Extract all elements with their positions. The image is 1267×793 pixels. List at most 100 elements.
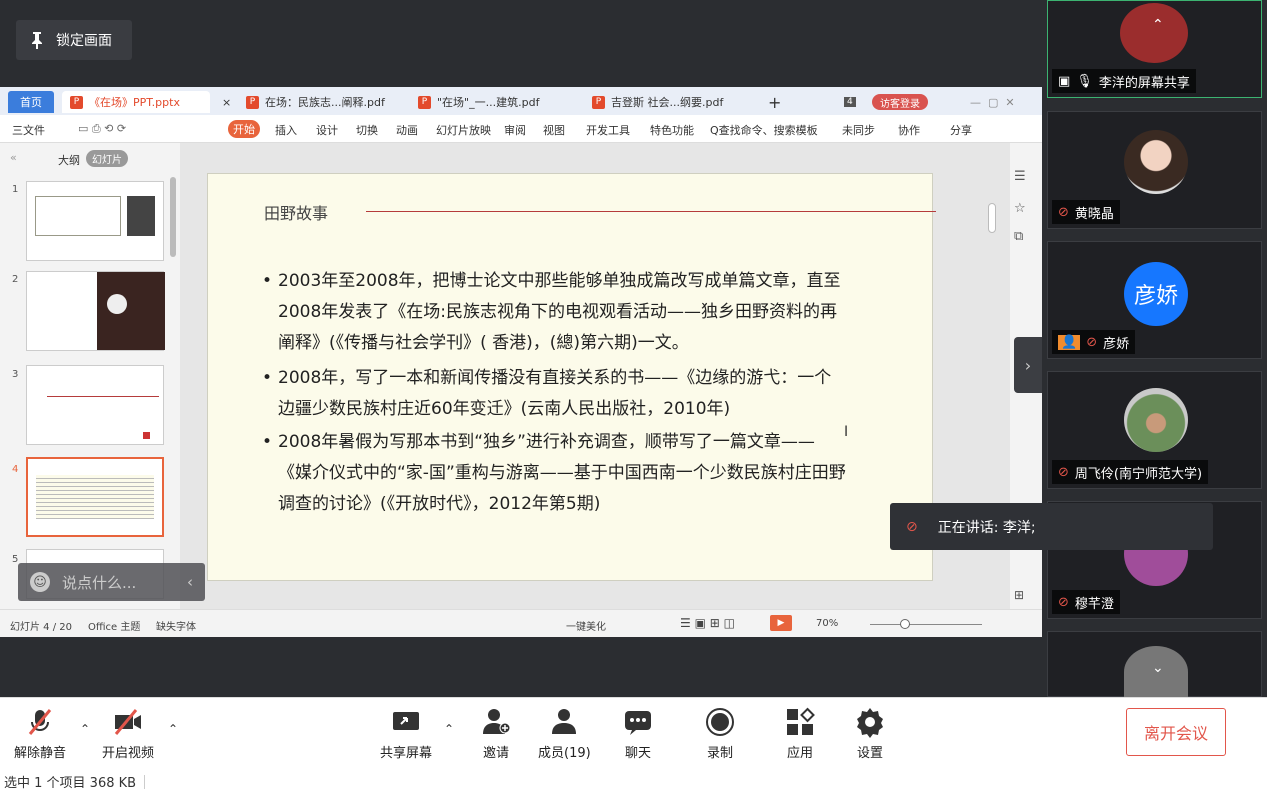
- copy-icon[interactable]: ⧉: [1014, 229, 1023, 244]
- avatar: 彦娇: [1124, 262, 1188, 326]
- menu-features[interactable]: 特色功能: [650, 122, 694, 138]
- thumb-number: 5: [12, 554, 19, 565]
- thumbnail-scrollbar[interactable]: [170, 177, 176, 257]
- wps-status-bar: 幻灯片 4 / 20 Office 主题 缺失字体 一键美化 ☰ ▣ ⊞ ◫ ▶…: [0, 609, 1042, 637]
- explorer-status-bar: 选中 1 个项目 368 KB: [0, 770, 1267, 793]
- title-divider: [366, 211, 936, 212]
- mic-icon: 🎙: [1076, 73, 1093, 89]
- thumb-1-content: [35, 196, 121, 236]
- mic-muted-icon: ⊘: [1058, 464, 1069, 480]
- play-icon[interactable]: ▶: [770, 615, 792, 631]
- quick-toolbar[interactable]: ▭ ⎙ ⟲ ⟳: [78, 122, 126, 136]
- mic-muted-icon: [28, 709, 52, 735]
- zoom-level[interactable]: 70%: [816, 618, 838, 629]
- chat-button[interactable]: 聊天: [622, 706, 654, 761]
- shared-screen-stage: 锁定画面 首页 P 《在场》PPT.pptx × P 在场：民族志...阐释.p…: [0, 0, 1042, 697]
- share-doc-button[interactable]: 分享: [950, 122, 972, 138]
- menu-slideshow[interactable]: 幻灯片放映: [436, 122, 491, 138]
- start-video-button[interactable]: 开启视频: [102, 706, 154, 761]
- ppt-file-icon: P: [70, 95, 83, 109]
- menu-transition[interactable]: 切换: [356, 122, 378, 138]
- slide-scrollbar[interactable]: [988, 203, 996, 233]
- theme-name[interactable]: Office 主题: [88, 618, 140, 633]
- leave-meeting-button[interactable]: 离开会议: [1126, 708, 1226, 756]
- menu-animation[interactable]: 动画: [396, 122, 418, 138]
- screen-share-icon: [393, 712, 419, 730]
- view-mode-icons[interactable]: ☰ ▣ ⊞ ◫: [680, 616, 735, 630]
- menu-file[interactable]: 三文件: [12, 122, 45, 138]
- chevron-left-icon[interactable]: ‹: [187, 573, 193, 591]
- tab-slides[interactable]: 幻灯片: [86, 150, 128, 167]
- menu-devtools[interactable]: 开发工具: [586, 122, 630, 138]
- menu-design[interactable]: 设计: [316, 122, 338, 138]
- share-name-label: ▣ 🎙 李洋的屏幕共享: [1052, 69, 1196, 93]
- members-button[interactable]: 成员(19): [538, 706, 591, 761]
- slide-thumb-2[interactable]: [26, 271, 165, 351]
- video-tile[interactable]: ⌄: [1047, 631, 1262, 698]
- emoji-icon[interactable]: ☺: [30, 572, 50, 592]
- current-slide[interactable]: 田野故事 2003年至2008年，把博士论文中那些能够单独成篇改写成单篇文章，直…: [207, 173, 936, 581]
- menu-review[interactable]: 审阅: [504, 122, 526, 138]
- sync-status[interactable]: 未同步: [842, 122, 875, 138]
- participant-label: 👤 ⊘ 彦娇: [1052, 330, 1136, 354]
- grid-view-icon[interactable]: ⊞: [1014, 588, 1024, 602]
- status-divider: [144, 774, 146, 789]
- tab-pdf-2[interactable]: P "在场"_一...建筑.pdf: [410, 91, 547, 113]
- star-icon[interactable]: ☆: [1014, 201, 1026, 216]
- unmute-button[interactable]: 解除静音: [14, 706, 66, 761]
- slide-thumb-1[interactable]: [26, 181, 164, 261]
- new-tab-button[interactable]: +: [760, 91, 789, 113]
- menu-insert[interactable]: 插入: [275, 122, 297, 138]
- speaking-indicator: ⊘ 正在讲话: 李洋;: [890, 503, 1213, 550]
- video-tile[interactable]: 彦娇 👤 ⊘ 彦娇: [1047, 241, 1262, 359]
- invite-button[interactable]: 邀请: [480, 706, 512, 761]
- tab-pdf-3[interactable]: P 吉登斯 社会...纲要.pdf: [584, 91, 731, 113]
- chevron-up-icon[interactable]: ⌃: [1152, 17, 1164, 33]
- tab-pdf-1[interactable]: P 在场：民族志...阐释.pdf: [238, 91, 393, 113]
- share-tile[interactable]: ⌃ ▣ 🎙 李洋的屏幕共享: [1047, 0, 1262, 98]
- chat-input-bar[interactable]: ☺ 说点什么... ‹: [18, 563, 205, 601]
- thumb-2-cup: [107, 294, 127, 314]
- unmute-label: 解除静音: [14, 746, 67, 761]
- text-cursor-icon: I: [844, 424, 849, 440]
- chevron-up-icon[interactable]: ⌃: [80, 722, 90, 736]
- tab-outline[interactable]: 大纲: [58, 152, 80, 168]
- zoom-slider-handle[interactable]: [900, 619, 910, 629]
- record-button[interactable]: 录制: [704, 706, 736, 761]
- slide-thumbnail-panel: « 大纲 幻灯片 1 2 3 4 5: [0, 143, 180, 609]
- menu-view[interactable]: 视图: [543, 122, 565, 138]
- collapse-icon[interactable]: «: [10, 151, 17, 164]
- search-commands[interactable]: Q查找命令、搜索模板: [710, 122, 818, 138]
- chevron-down-icon[interactable]: ⌄: [1152, 660, 1164, 676]
- visitor-login-button[interactable]: 访客登录: [872, 94, 928, 110]
- sidebar-toggle-button[interactable]: ›: [1014, 337, 1042, 393]
- tab-ppt[interactable]: P 《在场》PPT.pptx: [62, 91, 210, 113]
- tab-pdf-3-label: 吉登斯 社会...纲要.pdf: [611, 96, 724, 109]
- settings-button[interactable]: 设置: [854, 706, 886, 761]
- thumb-2-image: [97, 272, 165, 350]
- apps-button[interactable]: 应用: [784, 706, 816, 761]
- collab-button[interactable]: 协作: [898, 122, 920, 138]
- window-controls[interactable]: — ▢ ✕: [962, 91, 1023, 113]
- members-label: 成员(19): [538, 746, 591, 761]
- share-screen-button[interactable]: 共享屏幕: [380, 706, 432, 761]
- tab-home[interactable]: 首页: [8, 91, 54, 113]
- chevron-up-icon[interactable]: ⌃: [168, 722, 178, 736]
- video-tile[interactable]: ⊘ 周飞伶(南宁师范大学): [1047, 371, 1262, 489]
- selection-status: 选中 1 个项目 368 KB: [4, 776, 137, 791]
- video-tile[interactable]: ⊘ 黄晓晶: [1047, 111, 1262, 229]
- tab-close-group[interactable]: ×: [214, 91, 239, 113]
- adjust-icon[interactable]: ☰: [1014, 169, 1026, 184]
- speaking-text: 正在讲话: 李洋;: [937, 519, 1036, 536]
- slide-title: 田野故事: [264, 204, 329, 223]
- missing-font[interactable]: 缺失字体: [156, 618, 196, 633]
- zoom-slider[interactable]: [870, 624, 982, 625]
- tab-count-badge[interactable]: 4: [836, 91, 864, 113]
- slide-thumb-4-selected[interactable]: [26, 457, 164, 537]
- beautify-button[interactable]: 一键美化: [566, 618, 606, 633]
- slide-thumb-3[interactable]: [26, 365, 164, 445]
- chevron-up-icon[interactable]: ⌃: [444, 722, 454, 736]
- lock-screen-button[interactable]: 锁定画面: [16, 20, 132, 60]
- tab-pdf-1-label: 在场：民族志...阐释.pdf: [265, 96, 385, 109]
- menu-start[interactable]: 开始: [228, 120, 260, 138]
